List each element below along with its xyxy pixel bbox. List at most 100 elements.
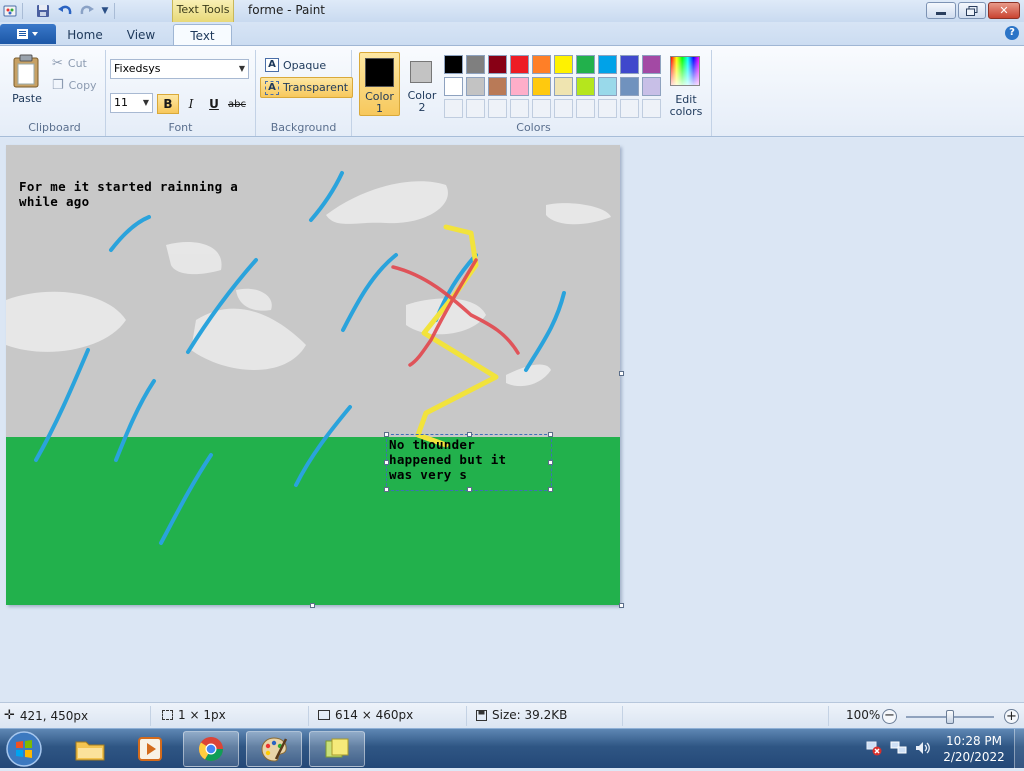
color2-button[interactable]: Color 2 <box>403 52 441 116</box>
text-box-resize-handle[interactable] <box>548 432 553 437</box>
minimize-button[interactable] <box>926 2 956 19</box>
palette-custom-slot[interactable] <box>642 99 661 118</box>
palette-custom-slot[interactable] <box>510 99 529 118</box>
font-family-value: Fixedsys <box>114 62 161 75</box>
plus-icon: + <box>1006 709 1017 724</box>
zoom-slider-thumb[interactable] <box>946 710 954 724</box>
file-menu-button[interactable] <box>0 24 56 44</box>
canvas-resize-handle-bottom[interactable] <box>310 603 315 608</box>
tray-network-icon[interactable] <box>890 740 908 759</box>
tab-view[interactable]: View <box>116 24 166 46</box>
text-box-resize-handle[interactable] <box>384 487 389 492</box>
underline-button[interactable]: U <box>203 94 225 114</box>
windows-logo-icon <box>6 731 42 767</box>
image-size-value: 614 × 460px <box>335 708 414 722</box>
paint-app-icon[interactable] <box>2 2 20 20</box>
image-size: 614 × 460px <box>318 708 413 722</box>
palette-swatch[interactable] <box>642 77 661 96</box>
redo-icon[interactable] <box>78 2 96 20</box>
palette-swatch[interactable] <box>532 55 551 74</box>
palette-custom-slot[interactable] <box>444 99 463 118</box>
customize-toolbar-chevron-icon[interactable]: ▼ <box>96 2 114 20</box>
text-box-selection[interactable]: No thounder happened but it was very s <box>384 432 553 492</box>
text-box-resize-handle[interactable] <box>384 460 389 465</box>
cut-label: Cut <box>67 57 87 70</box>
bold-button[interactable]: B <box>157 94 179 114</box>
start-button[interactable] <box>4 730 48 768</box>
taskbar-paint-button[interactable] <box>246 731 302 767</box>
palette-custom-slot[interactable] <box>532 99 551 118</box>
file-size: Size: 39.2KB <box>476 708 567 722</box>
restore-icon <box>966 5 978 16</box>
tab-text[interactable]: Text <box>173 24 232 46</box>
close-icon: ✕ <box>999 4 1009 17</box>
palette-swatch[interactable] <box>598 77 617 96</box>
opaque-button[interactable]: A Opaque <box>262 55 329 75</box>
color1-button[interactable]: Color 1 <box>359 52 400 116</box>
contextual-tab-header: Text Tools <box>172 0 234 22</box>
palette-custom-slot[interactable] <box>576 99 595 118</box>
palette-custom-slot[interactable] <box>488 99 507 118</box>
zoom-out-button[interactable]: − <box>882 709 897 724</box>
restore-button[interactable] <box>958 2 986 19</box>
palette-swatch[interactable] <box>620 77 639 96</box>
text-box-resize-handle[interactable] <box>548 460 553 465</box>
text-box-resize-handle[interactable] <box>467 487 472 492</box>
font-size-select[interactable]: 11 ▼ <box>110 93 153 113</box>
text-box-resize-handle[interactable] <box>467 432 472 437</box>
strikethrough-button[interactable]: abc <box>226 94 248 114</box>
selection-size: 1 × 1px <box>162 708 226 722</box>
palette-swatch[interactable] <box>554 77 573 96</box>
paste-icon <box>13 54 39 88</box>
transparent-button[interactable]: A Transparent <box>260 77 354 98</box>
palette-swatch[interactable] <box>576 77 595 96</box>
copy-label: Copy <box>68 79 97 92</box>
transparent-label: Transparent <box>283 81 349 94</box>
system-clock[interactable]: 10:28 PM 2/20/2022 <box>940 733 1008 765</box>
palette-swatch[interactable] <box>554 55 573 74</box>
palette-swatch[interactable] <box>576 55 595 74</box>
italic-button[interactable]: I <box>180 94 202 114</box>
text-box-resize-handle[interactable] <box>384 432 389 437</box>
tab-home[interactable]: Home <box>60 24 110 46</box>
palette-swatch[interactable] <box>488 55 507 74</box>
palette-custom-slot[interactable] <box>598 99 617 118</box>
palette-swatch[interactable] <box>620 55 639 74</box>
palette-swatch[interactable] <box>532 77 551 96</box>
tray-volume-icon[interactable] <box>914 740 932 759</box>
palette-custom-slot[interactable] <box>466 99 485 118</box>
close-button[interactable]: ✕ <box>988 2 1020 19</box>
paste-button[interactable]: Paste <box>8 54 46 110</box>
palette-swatch[interactable] <box>510 55 529 74</box>
show-desktop-button[interactable] <box>1014 729 1024 769</box>
taskbar-media-player-button[interactable] <box>122 731 178 767</box>
copy-button[interactable]: ❐ Copy <box>52 78 97 93</box>
drawing-canvas[interactable]: For me it started rainning a while ago N… <box>6 145 620 605</box>
palette-swatch[interactable] <box>510 77 529 96</box>
palette-swatch[interactable] <box>466 77 485 96</box>
palette-custom-slot[interactable] <box>620 99 639 118</box>
palette-swatch[interactable] <box>444 77 463 96</box>
taskbar-explorer-button[interactable] <box>62 731 118 767</box>
undo-icon[interactable] <box>56 2 74 20</box>
taskbar-chrome-button[interactable] <box>183 731 239 767</box>
taskbar-sticky-notes-button[interactable] <box>309 731 365 767</box>
palette-swatch[interactable] <box>598 55 617 74</box>
cut-button[interactable]: ✂ Cut <box>52 56 87 71</box>
palette-swatch[interactable] <box>444 55 463 74</box>
text-box-resize-handle[interactable] <box>548 487 553 492</box>
canvas-resize-handle-corner[interactable] <box>619 603 624 608</box>
save-icon[interactable] <box>34 2 52 20</box>
edit-colors-button[interactable]: Edit colors <box>664 54 708 118</box>
palette-swatch[interactable] <box>642 55 661 74</box>
paint-palette-icon <box>261 737 288 762</box>
tray-network-warning-icon[interactable] <box>866 740 882 759</box>
palette-swatch[interactable] <box>488 77 507 96</box>
font-family-select[interactable]: Fixedsys ▼ <box>110 59 249 79</box>
zoom-in-button[interactable]: + <box>1004 709 1019 724</box>
help-icon[interactable]: ? <box>1005 26 1019 40</box>
canvas-resize-handle-right[interactable] <box>619 371 624 376</box>
palette-custom-slot[interactable] <box>554 99 573 118</box>
palette-swatch[interactable] <box>466 55 485 74</box>
canvas-drawing <box>6 145 620 605</box>
